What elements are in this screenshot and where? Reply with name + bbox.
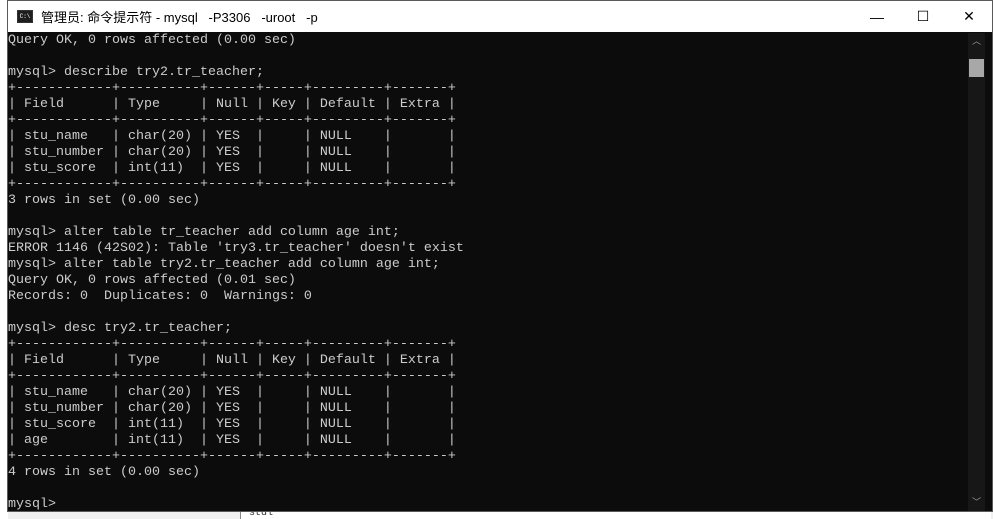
close-button[interactable]: ✕ xyxy=(946,1,992,32)
console-line: mysql> xyxy=(8,497,56,511)
console-text: Query OK, 0 rows affected (0.00 sec) mysq… xyxy=(8,33,968,511)
console-line: +------------+----------+------+-----+--… xyxy=(8,177,456,192)
vertical-scrollbar[interactable]: ︿ ﹀ xyxy=(968,33,985,511)
console-line: | age | int(11) | YES | | NULL | | xyxy=(8,433,456,448)
console-line: +------------+----------+------+-----+--… xyxy=(8,113,456,128)
console-line: 3 rows in set (0.00 sec) xyxy=(8,193,200,208)
console-line: | stu_number | char(20) | YES | | NULL |… xyxy=(8,401,456,416)
scroll-up-icon[interactable]: ︿ xyxy=(968,33,985,50)
cmd-icon: C:\ xyxy=(17,10,33,23)
window-title: 管理员: 命令提示符 - mysql -P3306 -uroot -p xyxy=(41,10,318,25)
console-line: 4 rows in set (0.00 sec) xyxy=(8,465,200,480)
scrollbar-thumb[interactable] xyxy=(969,59,984,77)
cmd-window: C:\ 管理员: 命令提示符 - mysql -P3306 -uroot -p … xyxy=(7,0,993,512)
console-line: | stu_score | int(11) | YES | | NULL | | xyxy=(8,161,456,176)
console-line: | stu_number | char(20) | YES | | NULL |… xyxy=(8,145,456,160)
console-line: | Field | Type | Null | Key | Default | … xyxy=(8,353,456,368)
scroll-down-icon[interactable]: ﹀ xyxy=(968,494,985,511)
console-line: +------------+----------+------+-----+--… xyxy=(8,337,456,352)
console-line: Records: 0 Duplicates: 0 Warnings: 0 xyxy=(8,289,312,304)
console-output[interactable]: Query OK, 0 rows affected (0.00 sec) mysq… xyxy=(8,33,968,511)
maximize-button[interactable]: ☐ xyxy=(900,1,946,32)
console-line: ERROR 1146 (42S02): Table 'try3.tr_teach… xyxy=(8,241,464,256)
title-bar[interactable]: C:\ 管理员: 命令提示符 - mysql -P3306 -uroot -p … xyxy=(8,1,992,32)
console-line: +------------+----------+------+-----+--… xyxy=(8,369,456,384)
console-line: | stu_name | char(20) | YES | | NULL | | xyxy=(8,385,456,400)
console-line: mysql> desc try2.tr_teacher; xyxy=(8,321,232,336)
console-line: +------------+----------+------+-----+--… xyxy=(8,449,456,464)
console-line: +------------+----------+------+-----+--… xyxy=(8,81,456,96)
console-line: mysql> describe try2.tr_teacher; xyxy=(8,65,264,80)
console-line: mysql> alter table try2.tr_teacher add c… xyxy=(8,257,440,272)
console-line: | Field | Type | Null | Key | Default | … xyxy=(8,97,456,112)
console-line: | stu_score | int(11) | YES | | NULL | | xyxy=(8,417,456,432)
console-line: Query OK, 0 rows affected (0.01 sec) xyxy=(8,273,296,288)
console-line: mysql> alter table tr_teacher add column… xyxy=(8,225,400,240)
console-line: | stu_name | char(20) | YES | | NULL | | xyxy=(8,129,456,144)
console-line: Query OK, 0 rows affected (0.00 sec) xyxy=(8,33,296,48)
minimize-button[interactable]: — xyxy=(854,1,900,32)
